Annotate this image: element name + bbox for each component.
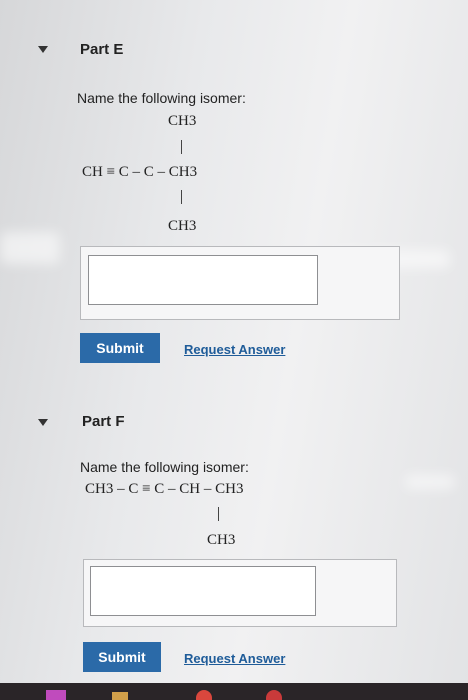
part-e-submit-button[interactable]: Submit: [80, 333, 160, 363]
part-e-bond-down: [181, 190, 182, 204]
part-f-prompt: Name the following isomer:: [80, 459, 249, 475]
taskbar: [0, 683, 468, 700]
collapse-caret-icon[interactable]: [38, 46, 48, 53]
part-e-structure-bottom: CH3: [168, 218, 197, 234]
part-e-structure-main: CH ≡ C – C – CH3: [82, 164, 198, 180]
part-e-title: Part E: [80, 41, 124, 58]
part-f-bond-down: [218, 507, 219, 521]
part-f-structure-main: CH3 – C ≡ C – CH – CH3: [85, 481, 244, 497]
screen-glare: [0, 232, 60, 264]
taskbar-app-icon[interactable]: [112, 692, 128, 700]
part-f-answer-input[interactable]: [90, 566, 316, 616]
part-f-title: Part F: [82, 413, 125, 430]
screen-glare: [405, 475, 455, 489]
part-e-structure-top: CH3: [168, 113, 197, 129]
part-f-submit-button[interactable]: Submit: [83, 642, 161, 672]
part-e-prompt: Name the following isomer:: [77, 90, 246, 106]
part-f-request-answer-link[interactable]: Request Answer: [184, 651, 285, 666]
part-e-bond-up: [181, 140, 182, 154]
part-e-answer-input[interactable]: [88, 255, 318, 305]
collapse-caret-icon[interactable]: [38, 419, 48, 426]
taskbar-app-icon[interactable]: [46, 690, 66, 700]
part-e-request-answer-link[interactable]: Request Answer: [184, 342, 285, 357]
part-f-structure-bottom: CH3: [207, 532, 236, 548]
taskbar-app-icon[interactable]: [196, 690, 212, 700]
taskbar-app-icon[interactable]: [266, 690, 282, 700]
